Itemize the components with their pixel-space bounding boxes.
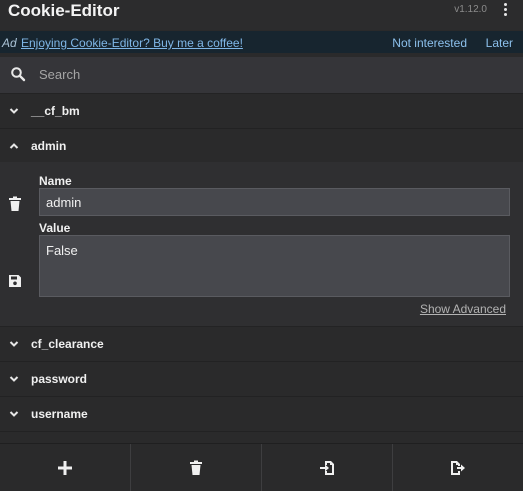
cookie-row-admin[interactable]: admin — [0, 129, 523, 162]
later-button[interactable]: Later — [486, 36, 513, 50]
footer-toolbar — [0, 443, 523, 491]
export-button[interactable] — [393, 444, 523, 491]
header: Cookie-Editor v1.12.0 — [0, 0, 523, 30]
name-input[interactable]: admin — [39, 188, 510, 216]
search-icon — [11, 67, 26, 82]
cookie-row-cf-bm[interactable]: __cf_bm — [0, 94, 523, 129]
chevron-down-icon — [9, 411, 19, 417]
chevron-down-icon — [9, 341, 19, 347]
chevron-up-icon — [9, 143, 19, 149]
ad-bar: Ad Enjoying Cookie-Editor? Buy me a coff… — [0, 31, 523, 53]
version-label: v1.12.0 — [454, 4, 487, 15]
chevron-down-icon — [9, 376, 19, 382]
show-advanced-link[interactable]: Show Advanced — [420, 302, 506, 316]
app-title: Cookie-Editor — [8, 1, 120, 20]
cookie-row-password[interactable]: password — [0, 362, 523, 397]
name-label: Name — [39, 174, 72, 188]
value-label: Value — [39, 221, 71, 235]
cookie-name: __cf_bm — [31, 104, 80, 118]
cookie-name: password — [31, 372, 88, 386]
cookie-row-username[interactable]: username — [0, 397, 523, 432]
trash-icon[interactable] — [8, 196, 22, 212]
chevron-down-icon — [9, 108, 19, 114]
delete-all-button[interactable] — [131, 444, 262, 491]
search-bar — [0, 57, 523, 94]
value-textarea[interactable]: False — [39, 235, 510, 297]
save-icon[interactable] — [8, 273, 22, 289]
delete-all-icon — [190, 460, 202, 475]
import-button[interactable] — [262, 444, 393, 491]
ad-coffee-link[interactable]: Enjoying Cookie-Editor? Buy me a coffee! — [21, 36, 243, 50]
cookie-name: cf_clearance — [31, 337, 104, 351]
ad-tag: Ad — [2, 36, 17, 50]
import-icon — [320, 460, 334, 475]
cookie-editor-panel: Name admin Value False Show Advanced — [0, 162, 523, 327]
cookie-name: admin — [31, 139, 67, 153]
add-icon — [58, 460, 72, 475]
not-interested-button[interactable]: Not interested — [392, 36, 467, 50]
kebab-menu-icon[interactable] — [500, 1, 510, 17]
cookie-name: username — [31, 407, 88, 421]
add-cookie-button[interactable] — [0, 444, 131, 491]
export-icon — [451, 460, 465, 475]
search-input[interactable] — [37, 66, 441, 83]
cookie-row-cf-clearance[interactable]: cf_clearance — [0, 327, 523, 362]
